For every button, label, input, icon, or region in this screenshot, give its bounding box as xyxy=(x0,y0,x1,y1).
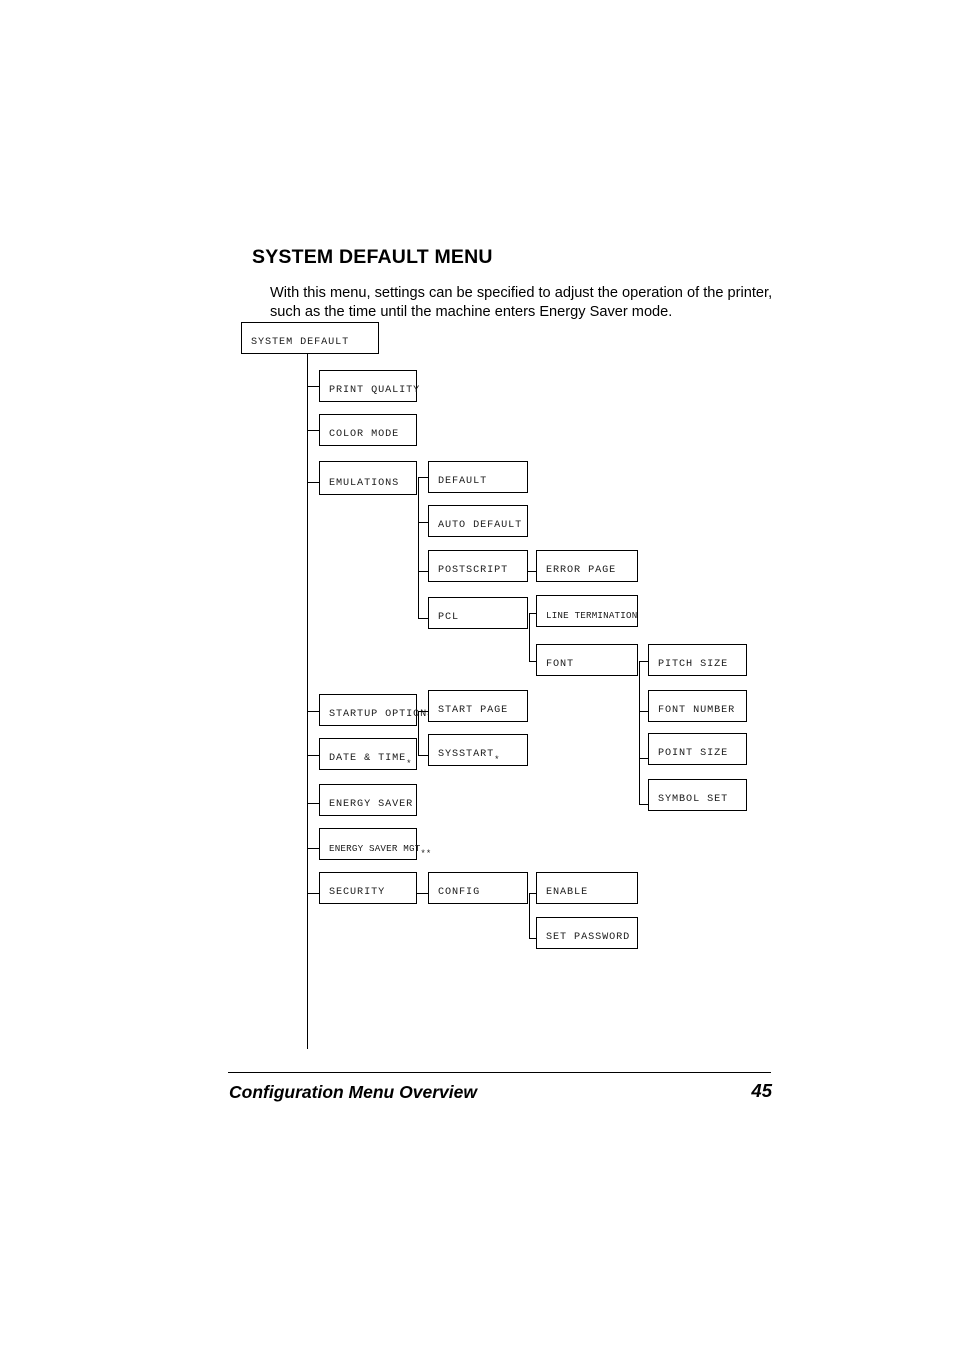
trunk-emulations xyxy=(418,477,419,618)
page-number: 45 xyxy=(751,1080,772,1101)
node-sysstart-label: SYSSTART xyxy=(438,749,495,760)
node-emulations-postscript[interactable]: POSTSCRIPT xyxy=(428,550,528,582)
menu-tree-diagram: SYSTEM DEFAULT PRINT QUALITY COLOR MODE … xyxy=(0,0,954,1351)
connector-date-time xyxy=(307,755,319,756)
node-font[interactable]: FONT xyxy=(536,644,638,676)
node-line-termination[interactable]: LINE TERMINATION xyxy=(536,595,638,627)
node-security[interactable]: SECURITY xyxy=(319,872,417,904)
trunk-font xyxy=(639,661,640,804)
node-color-mode[interactable]: COLOR MODE xyxy=(319,414,417,446)
footer-title: Configuration Menu Overview xyxy=(229,1082,477,1102)
trunk-main xyxy=(307,354,308,1049)
node-startup-options[interactable]: STARTUP OPTIONS xyxy=(319,694,433,726)
node-error-page[interactable]: ERROR PAGE xyxy=(536,550,638,582)
connector-energy-saver-mgt xyxy=(307,848,319,849)
node-energy-saver-mgt[interactable]: ENERGY SAVER MGT ** xyxy=(319,828,431,860)
node-date-time[interactable]: DATE & TIME * xyxy=(319,738,417,770)
node-config[interactable]: CONFIG xyxy=(428,872,528,904)
node-point-size[interactable]: POINT SIZE xyxy=(648,733,747,765)
node-emulations-default[interactable]: DEFAULT xyxy=(428,461,528,493)
node-energy-saver-mgt-label: ENERGY SAVER MGT xyxy=(329,843,421,854)
node-symbol-set[interactable]: SYMBOL SET xyxy=(648,779,747,811)
connector-emulations xyxy=(307,482,319,483)
connector-security xyxy=(307,893,319,894)
trunk-pcl xyxy=(529,613,530,662)
trunk-config xyxy=(529,893,530,938)
node-start-page[interactable]: START PAGE xyxy=(428,690,528,722)
trunk-startup-options xyxy=(418,711,419,755)
node-date-time-label: DATE & TIME xyxy=(329,753,407,764)
connector-startup-options xyxy=(307,711,319,712)
footer-divider xyxy=(228,1072,771,1073)
node-energy-saver[interactable]: ENERGY SAVER xyxy=(319,784,417,816)
node-enable[interactable]: ENABLE xyxy=(536,872,638,904)
connector-energy-saver xyxy=(307,803,319,804)
connector-color-mode xyxy=(307,430,319,431)
node-system-default[interactable]: SYSTEM DEFAULT xyxy=(241,322,379,354)
document-page: SYSTEM DEFAULT MENU With this menu, sett… xyxy=(0,0,954,1351)
node-sysstart[interactable]: SYSSTART * xyxy=(428,734,528,766)
connector-print-quality xyxy=(307,386,319,387)
node-emulations-auto-default[interactable]: AUTO DEFAULT xyxy=(428,505,528,537)
node-font-number[interactable]: FONT NUMBER xyxy=(648,690,747,722)
node-set-password[interactable]: SET PASSWORD xyxy=(536,917,638,949)
node-emulations[interactable]: EMULATIONS xyxy=(319,461,417,495)
node-emulations-pcl[interactable]: PCL xyxy=(428,597,528,629)
node-pitch-size[interactable]: PITCH SIZE xyxy=(648,644,747,676)
node-print-quality[interactable]: PRINT QUALITY xyxy=(319,370,419,402)
